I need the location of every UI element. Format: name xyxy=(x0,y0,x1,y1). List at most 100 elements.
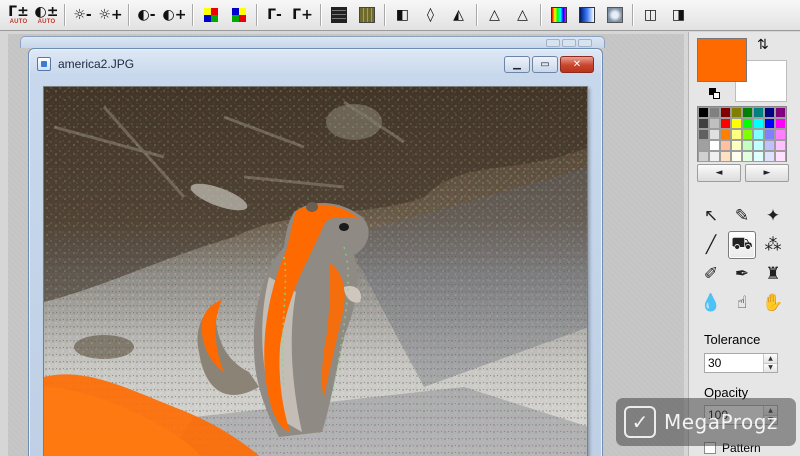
palette-swatch[interactable] xyxy=(731,140,742,151)
saturation-decrease-button[interactable] xyxy=(198,3,223,28)
mosaic-filter-button[interactable] xyxy=(326,3,351,28)
bg-restore-button[interactable] xyxy=(562,39,576,47)
palette-swatch[interactable] xyxy=(775,118,786,129)
main-toolbar: Γ± AUTO ◐± AUTO ☼- ☼+ ◐- ◐+ Γ- Γ+ ◧ ◊ ◭ △ △ ◫ ◨ xyxy=(0,0,800,31)
tolerance-spinner[interactable]: ▲ ▼ xyxy=(704,353,778,373)
gamma-decrease-button[interactable]: Γ- xyxy=(262,3,287,28)
effects-button[interactable] xyxy=(602,3,627,28)
close-button[interactable]: ✕ xyxy=(560,56,594,73)
line-tool[interactable]: ╱ xyxy=(697,231,725,259)
palette-swatch[interactable] xyxy=(720,151,731,162)
sharpen-button[interactable]: ◭ xyxy=(446,3,471,28)
hand-tool[interactable]: ✋ xyxy=(759,289,787,317)
page-view-button[interactable]: ◨ xyxy=(666,3,691,28)
auto-levels-button[interactable]: Γ± AUTO xyxy=(6,3,31,28)
contrast-increase-button[interactable]: ◐+ xyxy=(162,3,187,28)
edge-detect-button[interactable]: △ xyxy=(510,3,535,28)
spray-tool[interactable]: ⁂ xyxy=(759,231,787,259)
palette-swatch[interactable] xyxy=(764,107,775,118)
palette-swatch[interactable] xyxy=(764,151,775,162)
color-balance-button[interactable] xyxy=(546,3,571,28)
palette-swatch[interactable] xyxy=(709,151,720,162)
palette-swatch[interactable] xyxy=(731,151,742,162)
workspace: america2.JPG ▁ ▭ ✕ xyxy=(8,34,684,456)
palette-swatch[interactable] xyxy=(698,118,709,129)
smudge-tool[interactable]: ☝ xyxy=(728,289,756,317)
page-view-icon: ◨ xyxy=(671,7,686,23)
palette-swatch[interactable] xyxy=(698,151,709,162)
eyedropper-icon: ✎ xyxy=(734,206,750,226)
palette-swatch[interactable] xyxy=(731,129,742,140)
palette-swatch[interactable] xyxy=(731,107,742,118)
auto-contrast-button[interactable]: ◐± AUTO xyxy=(34,3,59,28)
brightness-decrease-button[interactable]: ☼- xyxy=(70,3,95,28)
palette-swatch[interactable] xyxy=(764,129,775,140)
brightness-increase-button[interactable]: ☼+ xyxy=(98,3,123,28)
palette-swatch[interactable] xyxy=(720,118,731,129)
brush-tool[interactable]: ✐ xyxy=(697,260,725,288)
tolerance-down-button[interactable]: ▼ xyxy=(764,362,777,372)
page-split-button[interactable]: ◫ xyxy=(638,3,663,28)
palette-swatch[interactable] xyxy=(753,118,764,129)
paint-bucket-tool[interactable]: ⛟ xyxy=(728,231,756,259)
palette-swatch[interactable] xyxy=(742,151,753,162)
palette-swatch[interactable] xyxy=(720,107,731,118)
emboss-button[interactable]: △ xyxy=(482,3,507,28)
palette-swatch[interactable] xyxy=(764,140,775,151)
background-window[interactable] xyxy=(20,36,605,48)
restore-button[interactable]: ▭ xyxy=(532,56,558,73)
palette-swatch[interactable] xyxy=(775,140,786,151)
texture-filter-button[interactable] xyxy=(354,3,379,28)
minimize-button[interactable]: ▁ xyxy=(504,56,530,73)
gradient-button[interactable] xyxy=(574,3,599,28)
palette-swatch[interactable] xyxy=(753,140,764,151)
palette-swatch[interactable] xyxy=(775,151,786,162)
tolerance-input[interactable] xyxy=(705,354,763,372)
brightness-decrease-icon: ☼- xyxy=(73,7,92,23)
palette-next-button[interactable]: ► xyxy=(745,164,789,182)
palette-swatch[interactable] xyxy=(753,151,764,162)
drop-tool[interactable]: 💧 xyxy=(697,289,725,317)
palette-prev-button[interactable]: ◄ xyxy=(697,164,741,182)
image-canvas[interactable] xyxy=(43,86,588,456)
palette-swatch[interactable] xyxy=(742,107,753,118)
stamp-tool[interactable]: ♜ xyxy=(759,260,787,288)
pen-tool[interactable]: ✒ xyxy=(728,260,756,288)
blur-button[interactable]: ◊ xyxy=(418,3,443,28)
palette-swatch[interactable] xyxy=(775,107,786,118)
magic-wand-tool[interactable]: ✦ xyxy=(759,202,787,230)
palette-swatch[interactable] xyxy=(742,140,753,151)
palette-swatch[interactable] xyxy=(742,129,753,140)
palette-swatch[interactable] xyxy=(709,140,720,151)
mosaic-filter-icon xyxy=(330,7,347,23)
palette-swatch[interactable] xyxy=(764,118,775,129)
bg-close-button[interactable] xyxy=(578,39,592,47)
swap-colors-icon[interactable]: ⇅ xyxy=(757,38,769,52)
mirror-button[interactable]: ◧ xyxy=(390,3,415,28)
document-titlebar[interactable]: america2.JPG ▁ ▭ ✕ xyxy=(29,49,602,79)
eyedropper-tool[interactable]: ✎ xyxy=(728,202,756,230)
palette-swatch[interactable] xyxy=(720,140,731,151)
palette-swatch[interactable] xyxy=(709,129,720,140)
palette-swatch[interactable] xyxy=(775,129,786,140)
reset-colors-icon[interactable] xyxy=(709,88,720,99)
palette-swatch[interactable] xyxy=(709,118,720,129)
palette-swatch[interactable] xyxy=(731,118,742,129)
gamma-increase-button[interactable]: Γ+ xyxy=(290,3,315,28)
palette-swatch[interactable] xyxy=(720,129,731,140)
palette-swatch[interactable] xyxy=(753,129,764,140)
palette-swatch[interactable] xyxy=(742,118,753,129)
watermark: ✓ MegaProgz xyxy=(616,398,796,446)
bg-minimize-button[interactable] xyxy=(546,39,560,47)
contrast-decrease-button[interactable]: ◐- xyxy=(134,3,159,28)
select-tool[interactable]: ↖ xyxy=(697,202,725,230)
palette-swatch[interactable] xyxy=(698,129,709,140)
photo-squirrel[interactable] xyxy=(44,87,588,456)
saturation-increase-button[interactable] xyxy=(226,3,251,28)
foreground-color-swatch[interactable] xyxy=(697,38,747,82)
palette-swatch[interactable] xyxy=(698,140,709,151)
tolerance-up-button[interactable]: ▲ xyxy=(764,354,777,363)
palette-swatch[interactable] xyxy=(698,107,709,118)
palette-swatch[interactable] xyxy=(709,107,720,118)
palette-swatch[interactable] xyxy=(753,107,764,118)
